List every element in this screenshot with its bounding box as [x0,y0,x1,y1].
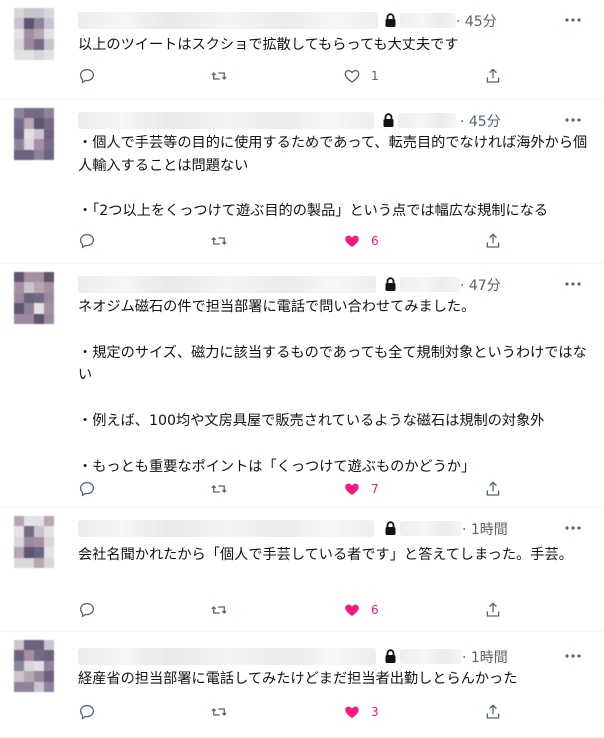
like-count: 7 [371,482,379,496]
tweet-header: · 1時間 [78,518,598,538]
more-icon[interactable] [564,520,582,536]
retweet-icon [211,708,227,716]
tweet-item[interactable]: · 1時間 会社名聞かれたから「個人で手芸している者です」と答えてしまった。手芸… [0,508,604,632]
like-button[interactable]: 6 [343,231,379,251]
avatar[interactable] [14,516,54,568]
heart-icon [345,235,359,247]
tweet-actions: 3 [78,702,500,722]
more-icon[interactable] [564,276,582,292]
share-button[interactable] [484,702,502,722]
tweet-actions: 1 [78,66,500,86]
reply-button[interactable] [78,600,96,620]
lock-icon [383,113,394,127]
tweet-timestamp[interactable]: · 45分 [460,111,501,131]
tweet-text: 経産省の担当部署に電話してみたけどまだ担当者出勤しとらんかった [78,671,518,687]
retweet-button[interactable] [210,600,228,620]
like-button[interactable]: 3 [343,702,379,722]
tweet-header: · 45分 [78,110,598,130]
share-button[interactable] [484,479,502,499]
author-handle-blurred[interactable] [400,277,460,292]
more-icon[interactable] [564,112,582,128]
author-name-blurred[interactable] [78,520,374,537]
more-icon[interactable] [564,648,582,664]
tweet-actions: 7 [78,479,500,499]
like-count: 3 [371,705,379,719]
lock-icon [385,649,396,663]
like-button[interactable]: 6 [343,600,379,620]
avatar[interactable] [14,640,54,692]
reply-button[interactable] [78,66,96,86]
reply-icon [79,602,95,618]
share-icon [486,481,500,496]
tweet-text: ネオジム磁石の件で担当部署に電話で問い合わせてみました。 ・規定のサイズ、磁力に… [78,299,587,475]
tweet-timestamp[interactable]: · 47分 [460,275,501,295]
heart-icon [344,69,360,83]
tweet-header: · 1時間 [78,646,598,666]
lock-icon [385,277,396,291]
like-count: 6 [371,234,379,248]
tweet-item[interactable]: · 45分 ・個人で手芸等の目的に使用するためであって、転売目的でなければ海外か… [0,100,604,264]
tweet-text: 以上のツイートはスクショで拡散してもらっても大丈夫です [78,37,459,53]
tweet-header: · 47分 [78,274,598,294]
reply-icon [79,68,95,84]
retweet-button[interactable] [210,479,228,499]
reply-button[interactable] [78,479,96,499]
tweet-actions: 6 [78,600,500,620]
share-button[interactable] [484,66,502,86]
reply-icon [79,704,95,720]
retweet-button[interactable] [210,702,228,722]
tweet-timestamp[interactable]: · 1時間 [462,519,508,539]
author-handle-blurred[interactable] [398,113,456,128]
author-name-blurred[interactable] [78,112,374,129]
tweet-text: ・個人で手芸等の目的に使用するためであって、転売目的でなければ海外から個人輸入す… [78,135,588,220]
avatar[interactable] [14,272,54,324]
retweet-icon [211,237,227,245]
retweet-button[interactable] [210,66,228,86]
author-handle-blurred[interactable] [400,13,456,28]
heart-icon [345,604,359,616]
tweet-actions: 6 [78,231,500,251]
tweet-header: · 45分 [78,10,598,30]
tweet-item[interactable]: · 45分 以上のツイートはスクショで拡散してもらっても大丈夫です 1 [0,0,604,100]
share-icon [486,602,500,617]
reply-button[interactable] [78,231,96,251]
lock-icon [385,521,396,535]
author-name-blurred[interactable] [78,648,376,665]
share-button[interactable] [484,600,502,620]
tweet-item[interactable]: · 1時間 経産省の担当部署に電話してみたけどまだ担当者出勤しとらんかった 3 [0,632,604,738]
retweet-icon [211,72,227,80]
like-button[interactable]: 7 [343,479,379,499]
tweet-timestamp[interactable]: · 1時間 [462,647,508,667]
share-icon [486,704,500,719]
avatar[interactable] [14,8,54,60]
tweet-item[interactable]: · 47分 ネオジム磁石の件で担当部署に電話で問い合わせてみました。 ・規定のサ… [0,264,604,508]
retweet-icon [211,485,227,493]
reply-button[interactable] [78,702,96,722]
avatar[interactable] [14,108,54,160]
retweet-icon [211,606,227,614]
author-name-blurred[interactable] [78,276,376,293]
heart-icon [345,706,359,718]
share-icon [486,68,500,83]
author-handle-blurred[interactable] [400,649,462,664]
tweet-timestamp[interactable]: · 45分 [456,11,497,31]
author-name-blurred[interactable] [78,12,378,29]
like-count: 1 [371,69,379,83]
tweet-text: 会社名聞かれたから「個人で手芸している者です」と答えてしまった。手芸。 [78,547,573,563]
share-icon [486,233,500,248]
share-button[interactable] [484,231,502,251]
retweet-button[interactable] [210,231,228,251]
lock-icon [385,13,396,27]
reply-icon [79,481,95,497]
more-icon[interactable] [564,12,582,28]
author-handle-blurred[interactable] [400,521,462,536]
like-count: 6 [371,603,379,617]
like-button[interactable]: 1 [343,66,379,86]
reply-icon [79,233,95,249]
heart-icon [345,483,359,495]
